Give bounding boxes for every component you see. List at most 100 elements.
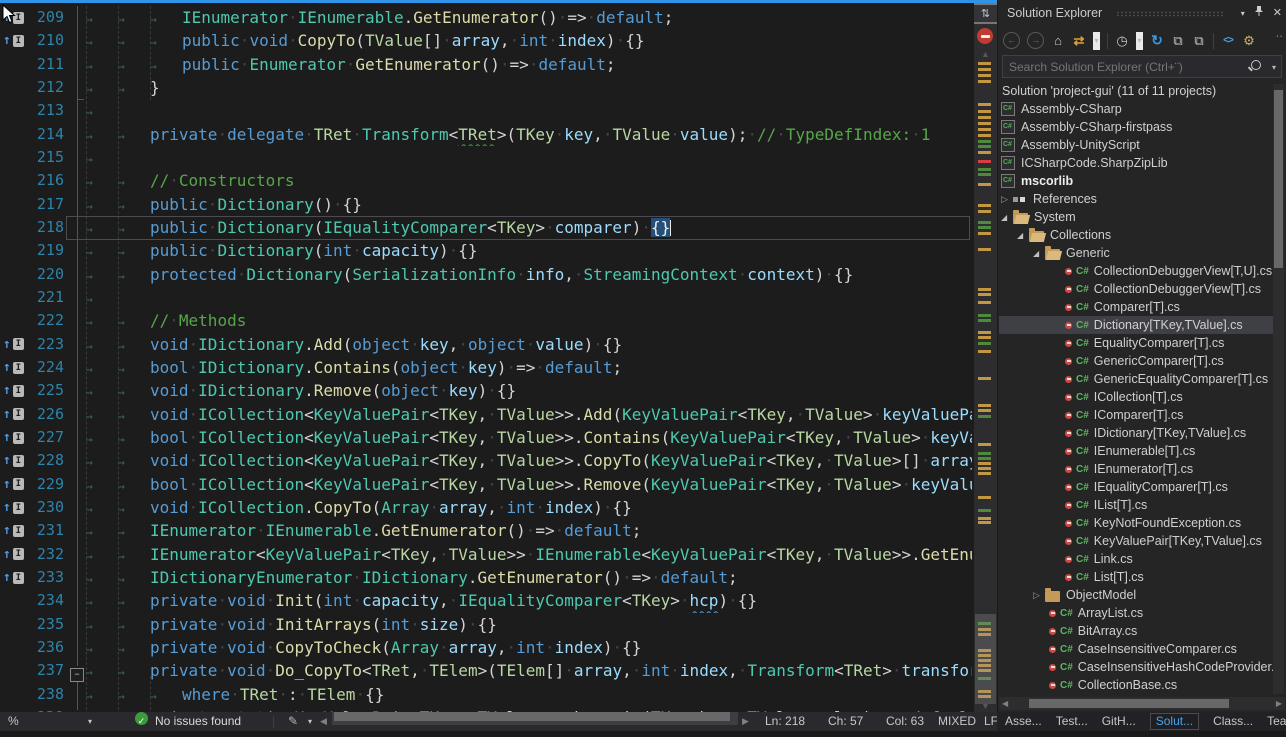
- code-line[interactable]: ↑I232→→IEnumerator<KeyValuePair<TKey,·TV…: [0, 543, 972, 566]
- tree-item-caseinsensitivecomparer-cs[interactable]: C#CaseInsensitiveComparer.cs: [999, 640, 1273, 658]
- tree-item-objectmodel[interactable]: ▷ObjectModel: [999, 586, 1273, 604]
- tree-item-icsharpcode-sharpziplib[interactable]: ICSharpCode.SharpZipLib: [999, 154, 1273, 172]
- code-line[interactable]: 222→→//·Methods: [0, 309, 972, 332]
- implements-indicator-icon[interactable]: ↑I: [3, 379, 24, 402]
- status-line[interactable]: Ln: 218: [765, 712, 805, 731]
- editor-scrollbar[interactable]: ⇅ ▲ ▼: [974, 0, 997, 712]
- refresh-icon[interactable]: ↻: [1150, 32, 1164, 50]
- code-line[interactable]: ↑I229→→bool·ICollection<KeyValuePair<TKe…: [0, 473, 972, 496]
- implements-indicator-icon[interactable]: ↑I: [3, 403, 24, 426]
- code-line[interactable]: 212→→}: [0, 76, 972, 99]
- panel-header[interactable]: Solution Explorer ▾ ✕: [998, 0, 1286, 27]
- tree-item-collectiondebuggerview-t-cs[interactable]: C#CollectionDebuggerView[T].cs: [999, 280, 1273, 298]
- tree-hscroll-left-icon[interactable]: ◀: [1002, 699, 1008, 708]
- close-icon[interactable]: ✕: [1273, 0, 1282, 27]
- tree-item-arraylist-cs[interactable]: C#ArrayList.cs: [999, 604, 1273, 622]
- collapse-all-icon[interactable]: ⧉: [1171, 32, 1185, 50]
- code-line[interactable]: ↑I231→→IEnumerator·IEnumerable.GetEnumer…: [0, 519, 972, 542]
- search-box[interactable]: ▾: [1002, 55, 1282, 78]
- panel-tab-test[interactable]: Test...: [1056, 714, 1088, 729]
- code-line[interactable]: 216→→//·Constructors: [0, 169, 972, 192]
- chevron-expanded-icon[interactable]: ◢: [1033, 249, 1045, 258]
- code-line[interactable]: ↑I223→→void·IDictionary.Add(object·key,·…: [0, 333, 972, 356]
- code-line[interactable]: ↑I224→→bool·IDictionary.Contains(object·…: [0, 356, 972, 379]
- implements-indicator-icon[interactable]: ↑I: [3, 496, 24, 519]
- tree-item-collections[interactable]: ◢Collections: [999, 226, 1273, 244]
- implements-indicator-icon[interactable]: ↑I: [3, 543, 24, 566]
- preview-selected-icon[interactable]: ⧉: [1192, 32, 1206, 50]
- chevron-expanded-icon[interactable]: ◢: [1001, 213, 1013, 222]
- code-line[interactable]: 234→→private·void·Init(int·capacity,·IEq…: [0, 589, 972, 612]
- implements-indicator-icon[interactable]: ↑I: [3, 356, 24, 379]
- tree-vertical-scrollbar[interactable]: [1273, 84, 1284, 694]
- switch-views-dropdown-icon[interactable]: ▾: [1093, 32, 1100, 50]
- status-column[interactable]: Col: 63: [886, 712, 924, 731]
- tree-horizontal-scrollbar[interactable]: ◀ ▶: [999, 697, 1285, 710]
- tree-item-link-cs[interactable]: C#Link.cs: [999, 550, 1273, 568]
- chevron-expanded-icon[interactable]: ◢: [1017, 231, 1029, 240]
- tree-vscroll-thumb[interactable]: [1274, 90, 1283, 268]
- pending-changes-filter-icon[interactable]: ◷: [1115, 32, 1129, 50]
- tree-item-ienumerator-t-cs[interactable]: C#IEnumerator[T].cs: [999, 460, 1273, 478]
- tree-item-caseinsensitivehashcodeprovider-cs[interactable]: C#CaseInsensitiveHashCodeProvider.cs: [999, 658, 1273, 676]
- tree-item-keyvaluepair-tkey-tvalue-cs[interactable]: C#KeyValuePair[TKey,TValue].cs: [999, 532, 1273, 550]
- code-line[interactable]: 220→→protected·Dictionary(SerializationI…: [0, 263, 972, 286]
- code-line[interactable]: 211→→→public·Enumerator·GetEnumerator()·…: [0, 53, 972, 76]
- panel-tab-asse[interactable]: Asse...: [1005, 714, 1042, 729]
- tree-item-comparer-t-cs[interactable]: C#Comparer[T].cs: [999, 298, 1273, 316]
- hscroll-right-icon[interactable]: ▶: [742, 712, 749, 731]
- code-line[interactable]: ↑I226→→void·ICollection<KeyValuePair<TKe…: [0, 403, 972, 426]
- tree-item-genericequalitycomparer-t-cs[interactable]: C#GenericEqualityComparer[T].cs: [999, 370, 1273, 388]
- tree-item-assembly-csharp-firstpass[interactable]: Assembly-CSharp-firstpass: [999, 118, 1273, 136]
- tree-item-ienumerable-t-cs[interactable]: C#IEnumerable[T].cs: [999, 442, 1273, 460]
- scrollbar-thumb[interactable]: [975, 614, 996, 704]
- panel-tab-tea[interactable]: Tea...: [1267, 714, 1286, 729]
- tree-item-dictionary-tkey-tvalue-cs[interactable]: C#Dictionary[TKey,TValue].cs: [999, 316, 1273, 334]
- implements-indicator-icon[interactable]: ↑I: [3, 29, 24, 52]
- scroll-up-icon[interactable]: ▲: [974, 49, 997, 59]
- tree-item-system[interactable]: ◢System: [999, 208, 1273, 226]
- code-line[interactable]: 214→→private·delegate·TRet·Transform<TRe…: [0, 123, 972, 146]
- properties-icon[interactable]: ⚙: [1242, 32, 1256, 50]
- tree-item-assembly-unityscript[interactable]: Assembly-UnityScript: [999, 136, 1273, 154]
- tree-item-mscorlib[interactable]: mscorlib: [999, 172, 1273, 190]
- health-status-label[interactable]: No issues found: [155, 712, 241, 731]
- tree-hscroll-right-icon[interactable]: ▶: [1276, 699, 1282, 708]
- code-line[interactable]: 235→→private·void·InitArrays(int·size)·{…: [0, 613, 972, 636]
- tree-item-generic[interactable]: ◢Generic: [999, 244, 1273, 262]
- code-line[interactable]: 217→→public·Dictionary()·{}: [0, 193, 972, 216]
- tree-item-iequalitycomparer-t-cs[interactable]: C#IEqualityComparer[T].cs: [999, 478, 1273, 496]
- tree-item-list-t-cs[interactable]: C#List[T].cs: [999, 568, 1273, 586]
- code-line[interactable]: ↑I225→→void·IDictionary.Remove(object·ke…: [0, 379, 972, 402]
- window-position-dropdown-icon[interactable]: ▾: [1241, 0, 1245, 27]
- tree-item-icollection-t-cs[interactable]: C#ICollection[T].cs: [999, 388, 1273, 406]
- scroll-down-icon[interactable]: ▼: [974, 701, 997, 711]
- pin-icon[interactable]: [1254, 0, 1264, 27]
- search-icon[interactable]: [1251, 60, 1261, 70]
- code-line[interactable]: 215→: [0, 146, 972, 169]
- code-line[interactable]: ↑I228→→void·ICollection<KeyValuePair<TKe…: [0, 449, 972, 472]
- chevron-collapsed-icon[interactable]: ▷: [1001, 194, 1013, 205]
- view-code-icon[interactable]: <>: [1221, 32, 1235, 50]
- code-line[interactable]: ↑I230→→void·ICollection.CopyTo(Array·arr…: [0, 496, 972, 519]
- tree-item-references[interactable]: ▷References: [999, 190, 1273, 208]
- tree-item-idictionary-tkey-tvalue-cs[interactable]: C#IDictionary[TKey,TValue].cs: [999, 424, 1273, 442]
- zoom-dropdown-icon[interactable]: ▾: [88, 712, 92, 731]
- switch-views-icon[interactable]: ⇄: [1072, 32, 1086, 50]
- status-eol[interactable]: LF: [984, 712, 998, 731]
- tree-item-keynotfoundexception-cs[interactable]: C#KeyNotFoundException.cs: [999, 514, 1273, 532]
- status-char[interactable]: Ch: 57: [828, 712, 863, 731]
- code-line[interactable]: 236→→private·void·CopyToCheck(Array·arra…: [0, 636, 972, 659]
- tree-item-icomparer-t-cs[interactable]: C#IComparer[T].cs: [999, 406, 1273, 424]
- code-line[interactable]: 221→: [0, 286, 972, 309]
- zoom-level-control[interactable]: %: [8, 712, 19, 731]
- code-line[interactable]: ↑I209→→→IEnumerator·IEnumerable.GetEnume…: [0, 6, 972, 29]
- code-editor[interactable]: − ↑I209→→→IEnumerator·IEnumerable.GetEnu…: [0, 0, 997, 712]
- toolbar-overflow-icon[interactable]: ‥: [1276, 27, 1283, 40]
- tree-item-collectiondebuggerview-t-u-cs[interactable]: C#CollectionDebuggerView[T,U].cs: [999, 262, 1273, 280]
- code-cleanup-dropdown-icon[interactable]: ▾: [308, 712, 312, 731]
- horizontal-scrollbar[interactable]: [332, 712, 738, 725]
- tree-item-collectionbase-cs[interactable]: C#CollectionBase.cs: [999, 676, 1273, 694]
- split-editor-handle[interactable]: ⇅: [974, 3, 997, 24]
- implements-indicator-icon[interactable]: ↑I: [3, 473, 24, 496]
